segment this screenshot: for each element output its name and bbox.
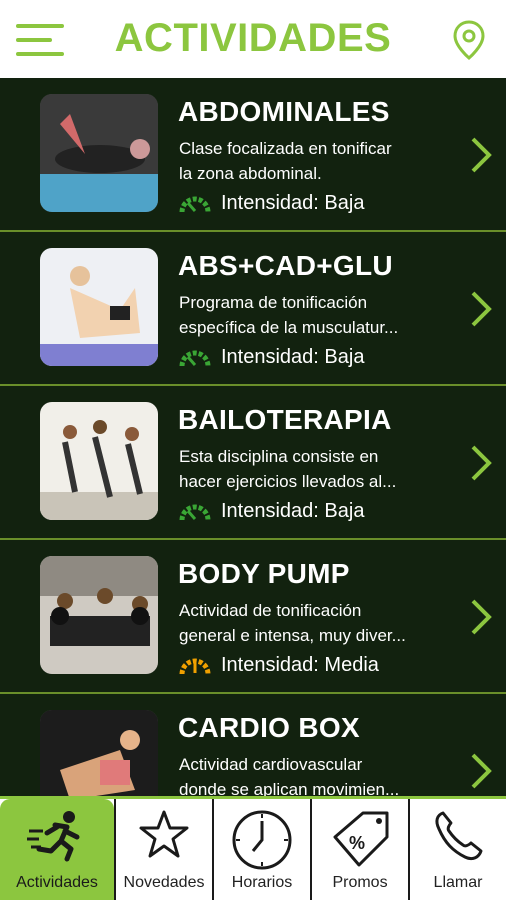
intensity-gauge-icon <box>179 658 211 674</box>
tab-label: Novedades <box>123 874 205 891</box>
activity-photo <box>40 94 158 212</box>
chevron-right-icon[interactable] <box>470 444 492 482</box>
intensity-indicator: Intensidad: Baja <box>179 500 364 523</box>
activity-row-cardio-box[interactable]: CARDIO BOX Actividad cardiovascular dond… <box>0 694 506 796</box>
activity-row-abdominales[interactable]: ABDOMINALES Clase focalizada en tonifica… <box>0 78 506 232</box>
tab-label: Promos <box>332 874 388 891</box>
activity-description: Clase focalizada en tonificar la zona ab… <box>179 139 392 183</box>
activity-row-bailoterapia[interactable]: BAILOTERAPIA Esta disciplina consiste en… <box>0 386 506 540</box>
star-icon <box>139 810 189 858</box>
chevron-right-icon[interactable] <box>470 752 492 790</box>
activity-title: ABDOMINALES <box>178 96 390 127</box>
map-pin-icon[interactable] <box>452 20 486 60</box>
running-person-icon <box>27 811 80 862</box>
intensity-label: Intensidad: Baja <box>221 192 365 214</box>
intensity-indicator: Intensidad: Baja <box>179 192 364 215</box>
activity-title: BAILOTERAPIA <box>178 404 392 435</box>
activity-photo <box>40 556 158 674</box>
activities-list[interactable]: ABDOMINALES Clase focalizada en tonifica… <box>0 78 506 796</box>
activity-photo <box>40 710 158 796</box>
activity-row-abs-cad-glu[interactable]: ABS+CAD+GLU Programa de tonificación esp… <box>0 232 506 386</box>
bottom-tab-bar: Actividades Novedades Horarios % Promos … <box>0 796 506 900</box>
tab-horarios[interactable]: Horarios <box>212 799 310 900</box>
activity-title: BODY PUMP <box>178 558 350 589</box>
activity-title: ABS+CAD+GLU <box>178 250 393 281</box>
activity-photo <box>40 248 158 366</box>
tab-novedades[interactable]: Novedades <box>114 799 212 900</box>
tab-label: Actividades <box>16 874 98 891</box>
intensity-gauge-icon <box>179 504 211 520</box>
phone-icon <box>435 811 483 861</box>
tab-actividades[interactable]: Actividades <box>0 799 114 900</box>
price-tag-icon: % <box>333 811 389 867</box>
activity-row-body-pump[interactable]: BODY PUMP Actividad de tonificación gene… <box>0 540 506 694</box>
tab-llamar[interactable]: Llamar <box>408 799 506 900</box>
intensity-gauge-icon <box>179 196 211 212</box>
tab-label: Llamar <box>433 874 483 891</box>
activity-description: Esta disciplina consiste en hacer ejerci… <box>179 447 397 491</box>
chevron-right-icon[interactable] <box>470 598 492 636</box>
activity-description: Actividad de tonificación general e inte… <box>179 601 406 645</box>
activity-title: CARDIO BOX <box>178 712 360 743</box>
page-title: ACTIVIDADES <box>114 16 392 60</box>
clock-icon <box>232 810 292 870</box>
intensity-indicator: Intensidad: Baja <box>179 346 364 369</box>
intensity-label: Intensidad: Media <box>221 654 379 676</box>
activity-description: Actividad cardiovascular donde se aplica… <box>179 755 400 796</box>
tab-promos[interactable]: % Promos <box>310 799 408 900</box>
chevron-right-icon[interactable] <box>470 290 492 328</box>
intensity-label: Intensidad: Baja <box>221 500 365 522</box>
svg-text:%: % <box>349 833 365 853</box>
chevron-right-icon[interactable] <box>470 136 492 174</box>
activity-description: Programa de tonificación específica de l… <box>179 293 399 337</box>
activity-photo <box>40 402 158 520</box>
intensity-indicator: Intensidad: Media <box>179 654 379 677</box>
app-header: ACTIVIDADES <box>0 0 506 78</box>
intensity-label: Intensidad: Baja <box>221 346 365 368</box>
intensity-gauge-icon <box>179 350 211 366</box>
tab-label: Horarios <box>231 874 293 891</box>
